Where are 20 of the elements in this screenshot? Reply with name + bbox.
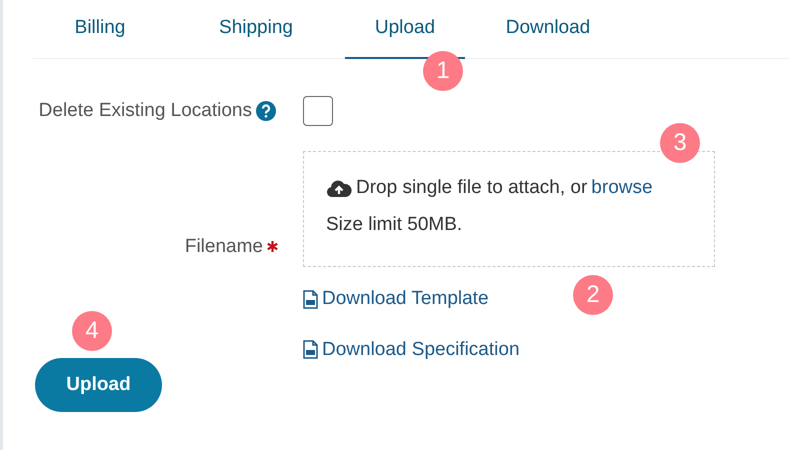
tab[interactable]: Shipping (185, 0, 327, 59)
step-number: 2 (573, 275, 613, 315)
step-number: 4 (72, 311, 112, 351)
csv-file-icon (303, 290, 318, 309)
dropzone-text: Drop single file to attach, or (356, 176, 588, 200)
step-number: 3 (660, 123, 700, 163)
tab[interactable]: Download (483, 0, 613, 59)
tab[interactable]: Billing (33, 0, 167, 59)
cloud-upload-icon (326, 178, 352, 198)
field-label: Filename (184, 234, 263, 258)
size-limit-text: Size limit 50MB. (326, 212, 464, 236)
download-link[interactable]: Download Template (322, 285, 489, 314)
upload-button[interactable]: Upload (35, 358, 162, 412)
browse-link[interactable]: browse (591, 174, 653, 202)
field-label: Delete Existing Locations (38, 98, 252, 123)
help-icon[interactable] (256, 101, 276, 121)
download-link[interactable]: Download Specification (322, 336, 520, 364)
step-number: 1 (423, 51, 463, 91)
csv-file-icon (303, 340, 318, 360)
checkbox[interactable] (303, 96, 333, 126)
